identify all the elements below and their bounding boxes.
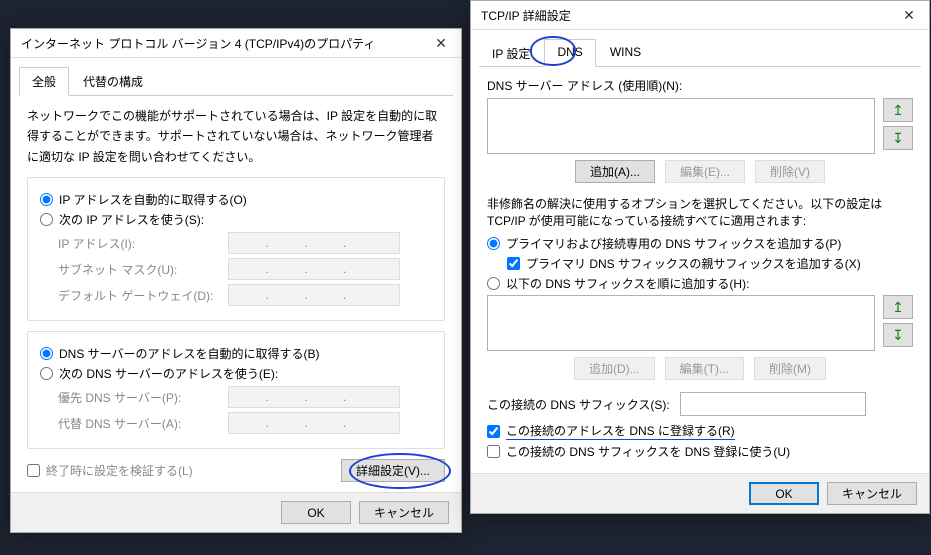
ok-button[interactable]: OK [281,501,351,524]
check-use-suffix-reg[interactable] [487,445,500,458]
adv-titlebar: TCP/IP 詳細設定 ✕ [471,1,929,30]
label-validate: 終了時に設定を検証する(L) [46,462,193,479]
radio-suffix-order[interactable] [487,277,500,290]
label-ip-manual: 次の IP アドレスを使う(S): [59,211,204,228]
check-validate[interactable] [27,464,40,477]
move-down-icon[interactable]: ↧ [883,126,913,150]
edit-button-2: 編集(T)... [665,357,744,380]
label-conn-suffix: この接続の DNS サフィックス(S): [487,396,670,413]
label-dns-alt: 代替 DNS サーバー(A): [58,415,228,432]
adv-title: TCP/IP 詳細設定 [481,7,571,24]
move-up-icon[interactable]: ↥ [883,295,913,319]
label-ip: IP アドレス(I): [58,235,228,252]
label-ip-auto: IP アドレスを自動的に取得する(O) [59,191,247,208]
radio-dns-manual[interactable] [40,367,53,380]
delete-button-2: 削除(M) [754,357,826,380]
label-use-suffix-reg: この接続の DNS サフィックスを DNS 登録に使う(U) [506,443,790,460]
close-icon[interactable]: ✕ [421,29,461,57]
edit-button: 編集(E)... [665,160,745,183]
input-dns-pref: . . . [228,386,400,408]
label-suffix-parent: プライマリ DNS サフィックスの親サフィックスを追加する(X) [526,255,861,272]
label-dns-manual: 次の DNS サーバーのアドレスを使う(E): [59,365,278,382]
delete-button: 削除(V) [755,160,825,183]
cancel-button[interactable]: キャンセル [827,482,917,505]
tab-alternate[interactable]: 代替の構成 [70,67,156,96]
ipv4-title: インターネット プロトコル バージョン 4 (TCP/IPv4)のプロパティ [21,35,375,52]
suffix-description: 非修飾名の解決に使用するオプションを選択してください。以下の設定は TCP/IP… [487,195,913,229]
label-dns-auto: DNS サーバーのアドレスを自動的に取得する(B) [59,345,320,362]
label-dns-pref: 優先 DNS サーバー(P): [58,389,228,406]
dns-server-listbox[interactable] [487,98,875,154]
label-register-dns: この接続のアドレスを DNS に登録する(R) [506,422,735,440]
label-suffix-order: 以下の DNS サフィックスを順に追加する(H): [506,275,749,292]
input-dns-alt: . . . [228,412,400,434]
advanced-button[interactable]: 詳細設定(V)... [341,459,445,482]
label-mask: サブネット マスク(U): [58,261,228,278]
label-dns-servers: DNS サーバー アドレス (使用順)(N): [487,77,913,94]
check-suffix-parent[interactable] [507,257,520,270]
ipv4-titlebar: インターネット プロトコル バージョン 4 (TCP/IPv4)のプロパティ ✕ [11,29,461,58]
radio-suffix-primary[interactable] [487,237,500,250]
radio-ip-auto[interactable] [40,193,53,206]
move-down-icon[interactable]: ↧ [883,323,913,347]
check-register-dns[interactable] [487,425,500,438]
input-ip: . . . [228,232,400,254]
cancel-button[interactable]: キャンセル [359,501,449,524]
tab-ip-settings[interactable]: IP 設定 [479,39,543,67]
tab-dns[interactable]: DNS [544,39,595,67]
radio-ip-manual[interactable] [40,213,53,226]
radio-dns-auto[interactable] [40,347,53,360]
tab-wins[interactable]: WINS [597,39,654,67]
input-conn-suffix[interactable] [680,392,866,416]
tab-general[interactable]: 全般 [19,67,69,96]
input-gw: . . . [228,284,400,306]
close-icon[interactable]: ✕ [889,1,929,29]
input-mask: . . . [228,258,400,280]
label-suffix-primary: プライマリおよび接続専用の DNS サフィックスを追加する(P) [506,235,841,252]
ipv4-description: ネットワークでこの機能がサポートされている場合は、IP 設定を自動的に取得するこ… [27,106,445,167]
suffix-listbox[interactable] [487,295,875,351]
add-button[interactable]: 追加(A)... [575,160,655,183]
add-button-2: 追加(D)... [574,357,655,380]
label-gw: デフォルト ゲートウェイ(D): [58,287,228,304]
ok-button[interactable]: OK [749,482,819,505]
move-up-icon[interactable]: ↥ [883,98,913,122]
